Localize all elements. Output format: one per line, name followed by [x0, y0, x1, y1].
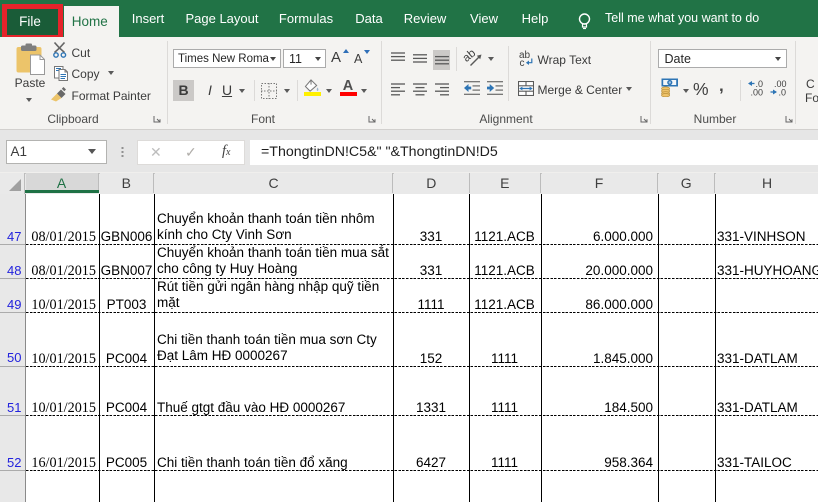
- svg-text:.0: .0: [778, 87, 786, 96]
- svg-text:.00: .00: [750, 87, 763, 96]
- svg-text:c: c: [519, 58, 524, 67]
